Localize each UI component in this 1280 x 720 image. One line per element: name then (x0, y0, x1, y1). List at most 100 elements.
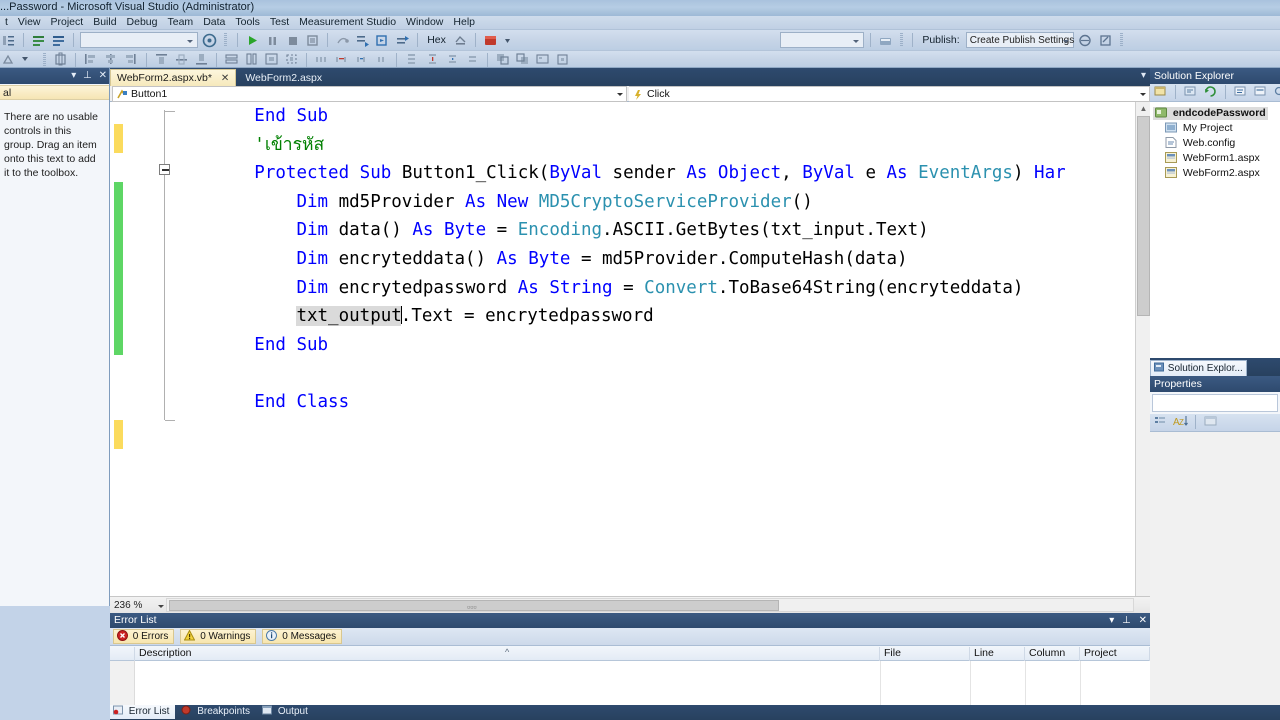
indent-icon[interactable] (1, 33, 16, 48)
error-list-column-headers[interactable]: Description ^ File Line Column Project (110, 646, 1150, 661)
menu-item-window[interactable]: Window (401, 16, 448, 29)
restart-icon[interactable] (305, 33, 320, 48)
chevron-down-icon[interactable]: ▾ (1109, 615, 1114, 626)
tree-root-label-wrap[interactable]: endcodePassword (1153, 107, 1268, 120)
editor-horizontal-scrollbar[interactable]: ▫▫▫ (166, 598, 1134, 612)
step-into-icon[interactable] (355, 33, 370, 48)
error-list-header-buttons[interactable]: ▾ ⊥ ✕ (1104, 613, 1147, 628)
scrollbar-thumb[interactable] (1137, 116, 1150, 316)
code-line[interactable]: Dim encrytedpassword As String = Convert… (170, 274, 1066, 303)
outlining-collapse-button[interactable] (159, 164, 170, 175)
filter-warnings-button[interactable]: 0 Warnings (180, 629, 257, 644)
right-dock-tab-strip[interactable]: Solution Explor... Server (1150, 358, 1280, 376)
pin-icon[interactable]: ⊥ (1122, 615, 1131, 626)
toolbar-overflow-grip[interactable] (43, 52, 47, 67)
scroll-up-arrow[interactable]: ▲ (1137, 102, 1150, 115)
menu-item-data[interactable]: Data (198, 16, 230, 29)
align-top-icon[interactable] (154, 52, 169, 67)
solution-explorer-toolbar[interactable] (1150, 84, 1280, 102)
column-header-column[interactable]: Column (1025, 647, 1080, 661)
vertical-spacing-increase-icon[interactable] (425, 52, 440, 67)
close-icon[interactable]: ✕ (99, 70, 107, 81)
vertical-spacing-decrease-icon[interactable] (445, 52, 460, 67)
edit-publish-icon[interactable] (1098, 33, 1113, 48)
properties-grid[interactable] (1150, 432, 1280, 708)
layout-toolbar[interactable] (0, 51, 1280, 68)
error-list-filter-toolbar[interactable]: 0 Errors 0 Warnings 0 Messages (110, 628, 1150, 646)
tree-node-root[interactable]: endcodePassword (1153, 106, 1280, 121)
bring-to-front-icon[interactable] (495, 52, 510, 67)
code-line[interactable]: Dim encryteddata() As Byte = md5Provider… (170, 245, 1066, 274)
tab-order-icon[interactable] (535, 52, 550, 67)
center-horizontally-icon[interactable] (284, 52, 299, 67)
column-header-project[interactable]: Project (1080, 647, 1150, 661)
class-view-icon[interactable] (1273, 84, 1280, 99)
publish-target-icon[interactable] (878, 33, 893, 48)
view-code-icon[interactable] (1233, 84, 1248, 99)
bottom-tab-error-list[interactable]: Error List (110, 705, 176, 719)
tree-node-webform2-aspx[interactable]: WebForm2.aspx (1153, 166, 1280, 181)
tab-webform2-aspx-vb[interactable]: WebForm2.aspx.vb* ✕ (110, 69, 237, 86)
bottom-tab-breakpoints[interactable]: Breakpoints (178, 705, 256, 719)
misc-combo[interactable] (780, 32, 864, 48)
new-item-icon[interactable] (483, 33, 498, 48)
code-line[interactable]: Dim data() As Byte = Encoding.ASCII.GetB… (170, 216, 1066, 245)
properties-window-icon[interactable] (1153, 84, 1168, 99)
code-line[interactable]: Protected Sub Button1_Click(ByVal sender… (170, 159, 1065, 188)
close-icon[interactable]: ✕ (221, 73, 229, 84)
horizontal-spacing-make-equal-icon[interactable] (314, 52, 329, 67)
menu-item-tools[interactable]: Tools (230, 16, 265, 29)
chevron-down-icon[interactable] (158, 605, 164, 608)
hex-display-icon[interactable] (453, 33, 468, 48)
menu-bar[interactable]: t View Project Build Debug Team Data Too… (0, 16, 1280, 30)
uncomment-lines-icon[interactable] (51, 33, 66, 48)
menu-item-view[interactable]: View (13, 16, 46, 29)
target-icon[interactable] (202, 33, 217, 48)
align-left-icon[interactable] (83, 52, 98, 67)
column-header-file[interactable]: File (880, 647, 970, 661)
code-line[interactable]: End Sub (170, 331, 1066, 360)
zoom-level-combo[interactable]: 236 % (112, 598, 164, 613)
chevron-down-icon[interactable] (617, 93, 623, 96)
member-selector-combo[interactable]: Click (629, 86, 1150, 102)
document-tab-strip[interactable]: WebForm2.aspx.vb* ✕ WebForm2.aspx ▾ (110, 68, 1150, 86)
class-selector-combo[interactable]: Button1 (112, 86, 627, 102)
tab-overflow-chevron-icon[interactable]: ▾ (1141, 70, 1146, 81)
align-middle-icon[interactable] (174, 52, 189, 67)
publish-icon[interactable] (1078, 33, 1093, 48)
vertical-spacing-remove-icon[interactable] (465, 52, 480, 67)
properties-object-combo[interactable] (1152, 394, 1278, 412)
categorized-view-icon[interactable] (1153, 414, 1168, 429)
menu-item-help[interactable]: Help (448, 16, 480, 29)
publish-settings-combo[interactable]: Create Publish Settings (965, 32, 1074, 48)
size-to-grid-icon[interactable] (264, 52, 279, 67)
properties-toolbar[interactable]: AZ (1150, 414, 1280, 432)
horizontal-spacing-remove-icon[interactable] (374, 52, 389, 67)
make-same-width-icon[interactable] (224, 52, 239, 67)
send-to-back-icon[interactable] (515, 52, 530, 67)
menu-item-test[interactable]: Test (265, 16, 294, 29)
code-line[interactable]: txt_output.Text = encrytedpassword (170, 302, 1066, 331)
show-all-files-icon[interactable] (1183, 84, 1198, 99)
dropdown-caret-icon[interactable] (21, 52, 36, 67)
toolbox-header-buttons[interactable]: ▾ ⊥ ✕ (67, 68, 107, 84)
toolbox-group-general[interactable]: al (0, 85, 109, 100)
code-line[interactable] (170, 359, 1066, 388)
bottom-tab-strip[interactable]: Error List Breakpoints Output (110, 705, 1280, 720)
horizontal-spacing-decrease-icon[interactable] (354, 52, 369, 67)
stop-icon[interactable] (285, 33, 300, 48)
hex-label[interactable]: Hex (427, 34, 446, 46)
pin-icon[interactable]: ⊥ (83, 70, 92, 81)
code-content[interactable]: End Sub 'เข้ารหัส Protected Sub Button1_… (170, 102, 1066, 417)
menu-item-build[interactable]: Build (88, 16, 121, 29)
pause-icon[interactable] (265, 33, 280, 48)
alphabetical-sort-icon[interactable]: AZ (1173, 414, 1189, 429)
solution-config-combo[interactable] (80, 32, 199, 48)
solution-tree[interactable]: endcodePassword My Project Web.config We… (1150, 102, 1280, 358)
make-same-height-icon[interactable] (244, 52, 259, 67)
align-right-icon[interactable] (123, 52, 138, 67)
column-header-line[interactable]: Line (970, 647, 1025, 661)
editor-vertical-scrollbar[interactable]: ▲ ▼ (1135, 102, 1150, 647)
bottom-tab-output[interactable]: Output (259, 705, 314, 719)
tree-node-web-config[interactable]: Web.config (1153, 136, 1280, 151)
